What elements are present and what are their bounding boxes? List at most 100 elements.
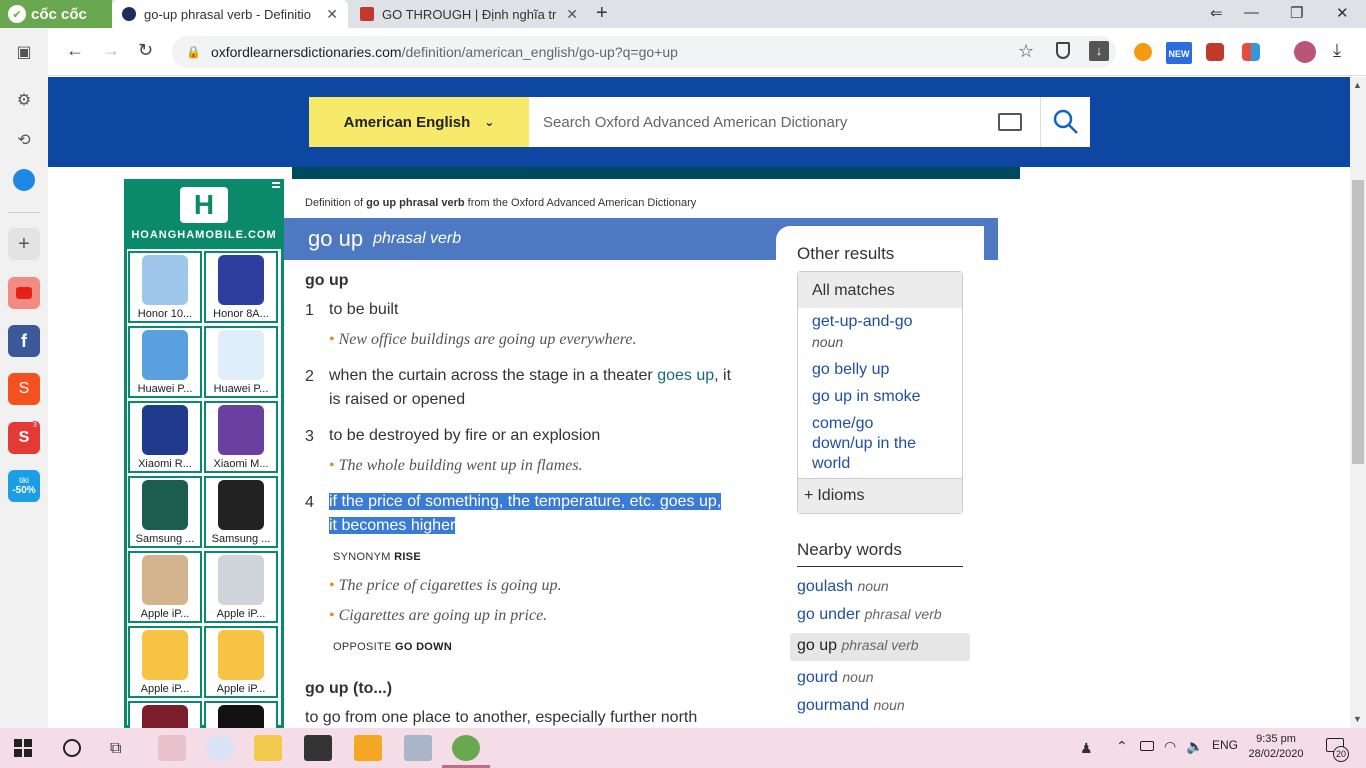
ad-product-item[interactable]: Honor 8A... bbox=[204, 251, 278, 323]
bookmark-star-icon[interactable]: ☆ bbox=[1018, 41, 1034, 62]
search-circle-icon[interactable] bbox=[63, 739, 81, 757]
minimize-button[interactable]: — bbox=[1244, 4, 1259, 21]
cross-reference-link[interactable]: goes up bbox=[657, 367, 714, 384]
download-page-icon[interactable]: ↓ bbox=[1089, 41, 1109, 61]
messenger-icon[interactable] bbox=[8, 164, 40, 196]
task-view-icon[interactable]: ⧉ bbox=[110, 740, 121, 758]
close-window-button[interactable]: ✕ bbox=[1336, 4, 1349, 22]
input-language[interactable]: ENG bbox=[1212, 738, 1238, 752]
ad-product-item[interactable]: Apple iP... bbox=[204, 626, 278, 698]
tiki-icon[interactable]: tiki -50% bbox=[8, 470, 40, 502]
match-link[interactable]: go belly up bbox=[812, 360, 889, 380]
sense-definition: to be destroyed by fire or an explosion bbox=[329, 427, 601, 444]
ad-product-item[interactable]: Samsung ... bbox=[204, 476, 278, 548]
wifi-icon[interactable]: ◠ bbox=[1164, 738, 1176, 755]
tab-oxford-go-up[interactable]: go-up phrasal verb - Definitio ✕ bbox=[112, 0, 348, 28]
example-sentence: • The price of cigarettes is going up. bbox=[329, 577, 562, 594]
nearby-word-current[interactable]: go up phrasal verb bbox=[797, 637, 919, 655]
app-icon[interactable] bbox=[206, 735, 234, 761]
address-bar[interactable]: 🔒 oxfordlearnersdictionaries.com/definit… bbox=[172, 36, 1116, 68]
all-matches-tab[interactable]: All matches bbox=[798, 272, 962, 308]
forward-button[interactable]: → bbox=[102, 40, 120, 61]
volume-icon[interactable]: 🔈 bbox=[1186, 738, 1203, 755]
ad-header[interactable]: H HOANGHAMOBILE.COM bbox=[127, 179, 281, 249]
app-icon[interactable] bbox=[354, 735, 382, 761]
phone-image bbox=[218, 330, 264, 380]
ad-product-item[interactable]: Apple iP... bbox=[128, 626, 202, 698]
dictionary-search-input[interactable]: Search Oxford Advanced American Dictiona… bbox=[529, 97, 1040, 147]
new-tab-button[interactable]: + bbox=[596, 2, 608, 25]
ad-product-item[interactable]: Xiaomi M... bbox=[204, 401, 278, 473]
language-selector[interactable]: American English ⌄ bbox=[309, 97, 529, 147]
opposite-note: OPPOSITE GO DOWN bbox=[333, 641, 452, 653]
coccoc-menu-button[interactable]: ✔ cốc cốc bbox=[0, 0, 112, 28]
add-panel-button[interactable]: + bbox=[8, 228, 40, 260]
brand-label: cốc cốc bbox=[31, 5, 87, 23]
restore-tab-icon[interactable]: ⇐ bbox=[1210, 4, 1223, 22]
ad-product-item[interactable]: Samsung ... bbox=[128, 476, 202, 548]
close-tab-icon[interactable]: ✕ bbox=[566, 6, 578, 23]
selected-text: it becomes higher bbox=[329, 517, 456, 534]
clock[interactable]: 9:35 pm 28/02/2020 bbox=[1248, 732, 1304, 762]
phone-image bbox=[142, 630, 188, 680]
new-extension-badge[interactable]: NEW bbox=[1166, 42, 1192, 64]
sense-definition-selected[interactable]: if the price of something, the temperatu… bbox=[329, 490, 759, 538]
ad-product-item[interactable]: Honor 10... bbox=[128, 251, 202, 323]
nearby-word-link[interactable]: go under phrasal verb bbox=[797, 606, 942, 624]
tab-cambridge-go-through[interactable]: GO THROUGH | Định nghĩa tr ✕ bbox=[350, 0, 588, 28]
sidebar-toggle-icon[interactable]: ▣ bbox=[8, 36, 40, 68]
extension-icon[interactable] bbox=[1134, 43, 1152, 61]
scroll-up-icon[interactable]: ▲ bbox=[1353, 80, 1362, 90]
search-button[interactable] bbox=[1040, 97, 1090, 147]
ad-product-item[interactable]: Apple iP... bbox=[204, 551, 278, 623]
app-icon[interactable] bbox=[404, 735, 432, 761]
ad-product-item[interactable]: Xiaomi R... bbox=[128, 401, 202, 473]
file-explorer-icon[interactable] bbox=[254, 735, 282, 761]
keyboard-icon[interactable] bbox=[998, 113, 1022, 131]
history-icon[interactable]: ⟲ bbox=[8, 124, 40, 156]
settings-gear-icon[interactable]: ⚙ bbox=[8, 84, 40, 116]
scroll-down-icon[interactable]: ▼ bbox=[1353, 714, 1362, 724]
windows-start-icon[interactable] bbox=[14, 739, 32, 757]
phone-image bbox=[142, 480, 188, 530]
idioms-tab[interactable]: + Idioms bbox=[798, 478, 962, 513]
downloads-icon[interactable]: ⤓ bbox=[1333, 40, 1341, 61]
opposite-link[interactable]: GO DOWN bbox=[395, 641, 452, 653]
ad-product-item[interactable]: Huawei P... bbox=[128, 326, 202, 398]
match-link[interactable]: come/go down/up in the world bbox=[812, 414, 916, 474]
people-icon[interactable]: ♟ bbox=[1080, 740, 1093, 757]
shopee-icon[interactable]: S bbox=[8, 373, 40, 405]
plus-icon: + bbox=[804, 487, 814, 504]
nearby-word-link[interactable]: goulash noun bbox=[797, 578, 889, 596]
matches-box: All matches get-up-and-go noun go belly … bbox=[797, 271, 963, 514]
hoanghamobile-ad[interactable]: H HOANGHAMOBILE.COM Honor 10... Honor 8A.… bbox=[124, 179, 284, 768]
youtube-icon[interactable] bbox=[8, 277, 40, 309]
app-icon[interactable] bbox=[304, 735, 332, 761]
battery-icon[interactable] bbox=[1140, 741, 1154, 751]
shield-icon[interactable] bbox=[1056, 42, 1070, 59]
nearby-word-link[interactable]: gourd noun bbox=[797, 669, 874, 687]
nearby-pos: noun bbox=[873, 697, 905, 713]
extension-icon[interactable] bbox=[1206, 43, 1224, 61]
facebook-icon[interactable]: f bbox=[8, 325, 40, 357]
match-link[interactable]: get-up-and-go noun bbox=[812, 312, 913, 353]
chevron-up-icon[interactable]: ⌃ bbox=[1116, 738, 1128, 755]
coccoc-taskbar-icon[interactable] bbox=[452, 735, 480, 761]
app-icon[interactable] bbox=[158, 735, 186, 761]
back-button[interactable]: ← bbox=[66, 40, 84, 61]
scrollbar-thumb[interactable] bbox=[1352, 180, 1364, 464]
example-sentence: • Cigarettes are going up in price. bbox=[329, 607, 548, 624]
nearby-word-link[interactable]: gourmand noun bbox=[797, 697, 905, 715]
match-link[interactable]: go up in smoke bbox=[812, 387, 921, 407]
synonym-link[interactable]: RISE bbox=[394, 551, 421, 563]
ad-menu-icon[interactable] bbox=[272, 182, 280, 188]
profile-avatar[interactable] bbox=[1294, 41, 1316, 63]
tab-title: GO THROUGH | Định nghĩa tr bbox=[382, 6, 557, 22]
ad-product-item[interactable]: Huawei P... bbox=[204, 326, 278, 398]
reload-button[interactable]: ↻ bbox=[138, 40, 153, 61]
lock-icon: 🔒 bbox=[186, 45, 201, 59]
maximize-button[interactable]: ❐ bbox=[1290, 4, 1303, 22]
ad-product-item[interactable]: Apple iP... bbox=[128, 551, 202, 623]
close-tab-icon[interactable]: ✕ bbox=[326, 6, 338, 23]
extension-icon[interactable] bbox=[1242, 43, 1260, 61]
